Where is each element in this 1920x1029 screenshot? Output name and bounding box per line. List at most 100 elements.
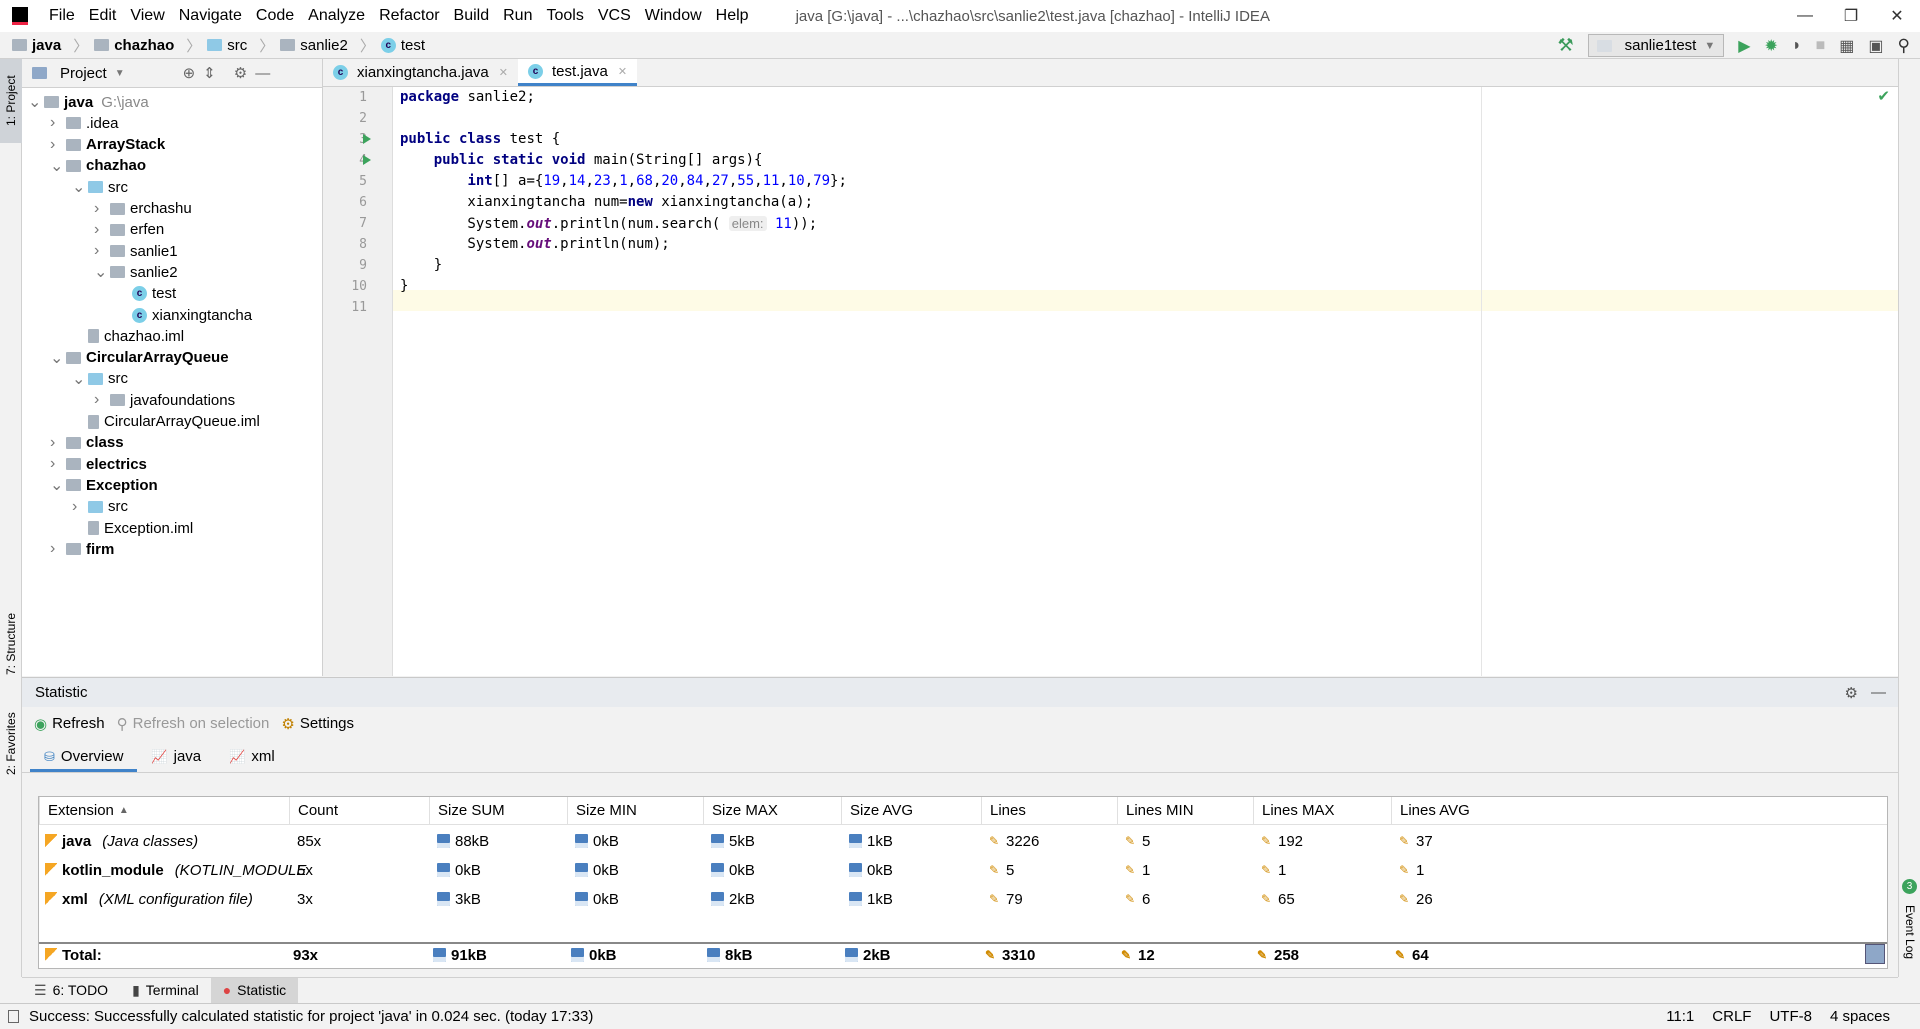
run-config-select[interactable]: sanlie1test ▼ [1587,34,1725,57]
bottom-tab-6-todo[interactable]: ☰ 6: TODO [22,978,120,1003]
chevron-right-icon[interactable]: › [94,221,110,239]
table-row[interactable]: kotlin_module (KOTLIN_MODULE 5x 0kB 0kB 0kB 0k… [39,856,1887,884]
chevron-right-icon[interactable]: › [50,136,66,154]
event-log-tool-tab[interactable]: Event Log [1899,897,1920,967]
close-icon[interactable]: ✕ [499,66,508,79]
bottom-tab-terminal[interactable]: ▮ Terminal [120,978,211,1003]
locate-crosshair-icon[interactable]: ⊕ [183,64,196,82]
menu-window[interactable]: Window [638,7,709,25]
chevron-right-icon[interactable]: › [50,455,66,473]
chevron-down-icon[interactable]: ⌄ [50,348,66,368]
favorites-tool-tab[interactable]: 2: Favorites [0,699,22,789]
menu-run[interactable]: Run [496,7,539,25]
run-gutter-icon[interactable] [363,155,371,165]
build-hammer-icon[interactable]: ⚒ [1557,35,1573,56]
structure-tool-tab[interactable]: 7: Structure [0,599,22,689]
chevron-right-icon[interactable]: › [94,242,110,260]
class-icon: c [380,37,396,53]
hide-icon[interactable]: — [1871,684,1886,701]
chevron-down-icon[interactable]: ⌄ [72,177,88,197]
column-header[interactable]: Size MAX [703,796,841,825]
chevron-down-icon[interactable]: ⌄ [72,369,88,389]
tab-overview[interactable]: ⛁ Overview [30,748,138,772]
column-header[interactable]: Lines AVG [1391,796,1881,825]
refresh-on-selection-button[interactable]: ⚲ Refresh on selection [117,715,270,733]
maximize-button[interactable]: ❐ [1828,0,1874,32]
chevron-right-icon[interactable]: › [72,498,88,516]
line-separator[interactable]: CRLF [1712,1008,1751,1025]
file-encoding[interactable]: UTF-8 [1769,1008,1812,1025]
menu-build[interactable]: Build [447,7,497,25]
search-icon[interactable]: ⚲ [1898,36,1910,56]
menu-file[interactable]: File [42,7,82,25]
menu-view[interactable]: View [123,7,171,25]
breadcrumb-item[interactable]: src [207,37,247,54]
indent-setting[interactable]: 4 spaces [1830,1008,1890,1025]
run-anything-icon[interactable]: ▣ [1868,36,1883,56]
table-scrollbar[interactable] [1865,944,1885,964]
column-header[interactable]: Extension ▲ [39,796,289,825]
chevron-right-icon[interactable]: › [50,114,66,132]
menu-code[interactable]: Code [249,7,301,25]
minimize-button[interactable]: — [1782,0,1828,32]
chevron-down-icon[interactable]: ▼ [115,68,125,79]
gear-icon[interactable]: ⚙ [234,64,247,82]
column-header[interactable]: Size SUM [429,796,567,825]
breadcrumb-item[interactable]: java [12,37,61,54]
table-row[interactable]: xml (XML configuration file) 3x 3kB 0kB 2kB 1k… [39,885,1887,913]
close-button[interactable]: ✕ [1874,0,1920,32]
column-header[interactable]: Size AVG [841,796,981,825]
value-cell: 93x [293,947,318,964]
terminal-icon: ▮ [132,981,140,998]
breadcrumb-item[interactable]: chazhao [94,37,174,54]
run-icon[interactable]: ▶ [1738,36,1750,56]
tab-java[interactable]: 📈 java [137,748,215,772]
column-header[interactable]: Lines [981,796,1117,825]
close-icon[interactable]: ✕ [618,65,627,78]
menu-edit[interactable]: Edit [82,7,124,25]
column-header[interactable]: Lines MAX [1253,796,1391,825]
bottom-tab-statistic[interactable]: ● Statistic [210,977,299,1003]
hide-icon[interactable]: — [255,65,270,82]
chevron-down-icon[interactable]: ⌄ [50,156,66,176]
settings-button[interactable]: ⚙ Settings [281,715,354,733]
code-editor[interactable]: 1 2 3 4 5 6 7 8 9 10 11 package sanlie2; public cla… [323,87,1898,676]
refresh-button[interactable]: ◉ Refresh [34,715,105,733]
chevron-down-icon[interactable]: ⌄ [94,262,110,282]
project-view-select[interactable]: Project [60,65,107,82]
breadcrumb-item[interactable]: c test [380,37,425,54]
tree-item[interactable]: › firm [50,536,114,562]
caret-position[interactable]: 11:1 [1666,1008,1694,1025]
column-header[interactable]: Count [289,796,429,825]
breadcrumb-item[interactable]: sanlie2 [280,37,348,54]
chevron-down-icon[interactable]: ⌄ [50,475,66,495]
chevron-down-icon[interactable]: ⌄ [28,92,44,112]
menu-analyze[interactable]: Analyze [301,7,372,25]
column-header[interactable]: Size MIN [567,796,703,825]
tab-test-java[interactable]: c test.java ✕ [517,59,638,86]
project-structure-icon[interactable]: ▦ [1839,36,1854,56]
menu-vcs[interactable]: VCS [591,7,638,25]
total-row[interactable]: Total: 93x 91kB 0kB 8kB 2kB ✎ 3310 ✎ 12 ✎ 258 ✎ 64 [39,942,1887,966]
coverage-icon[interactable]: ◗ [1792,37,1802,55]
menu-tools[interactable]: Tools [539,7,590,25]
run-gutter-icon[interactable] [363,134,371,144]
chevron-right-icon[interactable]: › [50,434,66,452]
chevron-right-icon[interactable]: › [94,391,110,409]
collapse-all-icon[interactable]: ⇕ [203,64,216,82]
chevron-right-icon[interactable]: › [94,200,110,218]
menu-navigate[interactable]: Navigate [172,7,249,25]
project-tool-tab[interactable]: 1: Project [0,59,22,143]
menu-refactor[interactable]: Refactor [372,7,446,25]
chevron-right-icon[interactable]: › [50,540,66,558]
tab-xml[interactable]: 📈 xml [215,748,289,772]
menu-help[interactable]: Help [709,7,756,25]
toggle-tool-windows-icon[interactable] [8,1010,19,1023]
table-row[interactable]: java (Java classes) 85x 88kB 0kB 5kB 1kB ✎ 3226 ✎… [39,827,1887,855]
stop-icon[interactable]: ■ [1816,37,1826,55]
debug-bug-icon[interactable]: ✹ [1765,36,1778,56]
column-header[interactable]: Lines MIN [1117,796,1253,825]
gear-icon[interactable]: ⚙ [1845,684,1858,702]
value-cell: 8kB [707,947,753,964]
tab-xianxingtancha-java[interactable]: c xianxingtancha.java ✕ [323,59,518,86]
